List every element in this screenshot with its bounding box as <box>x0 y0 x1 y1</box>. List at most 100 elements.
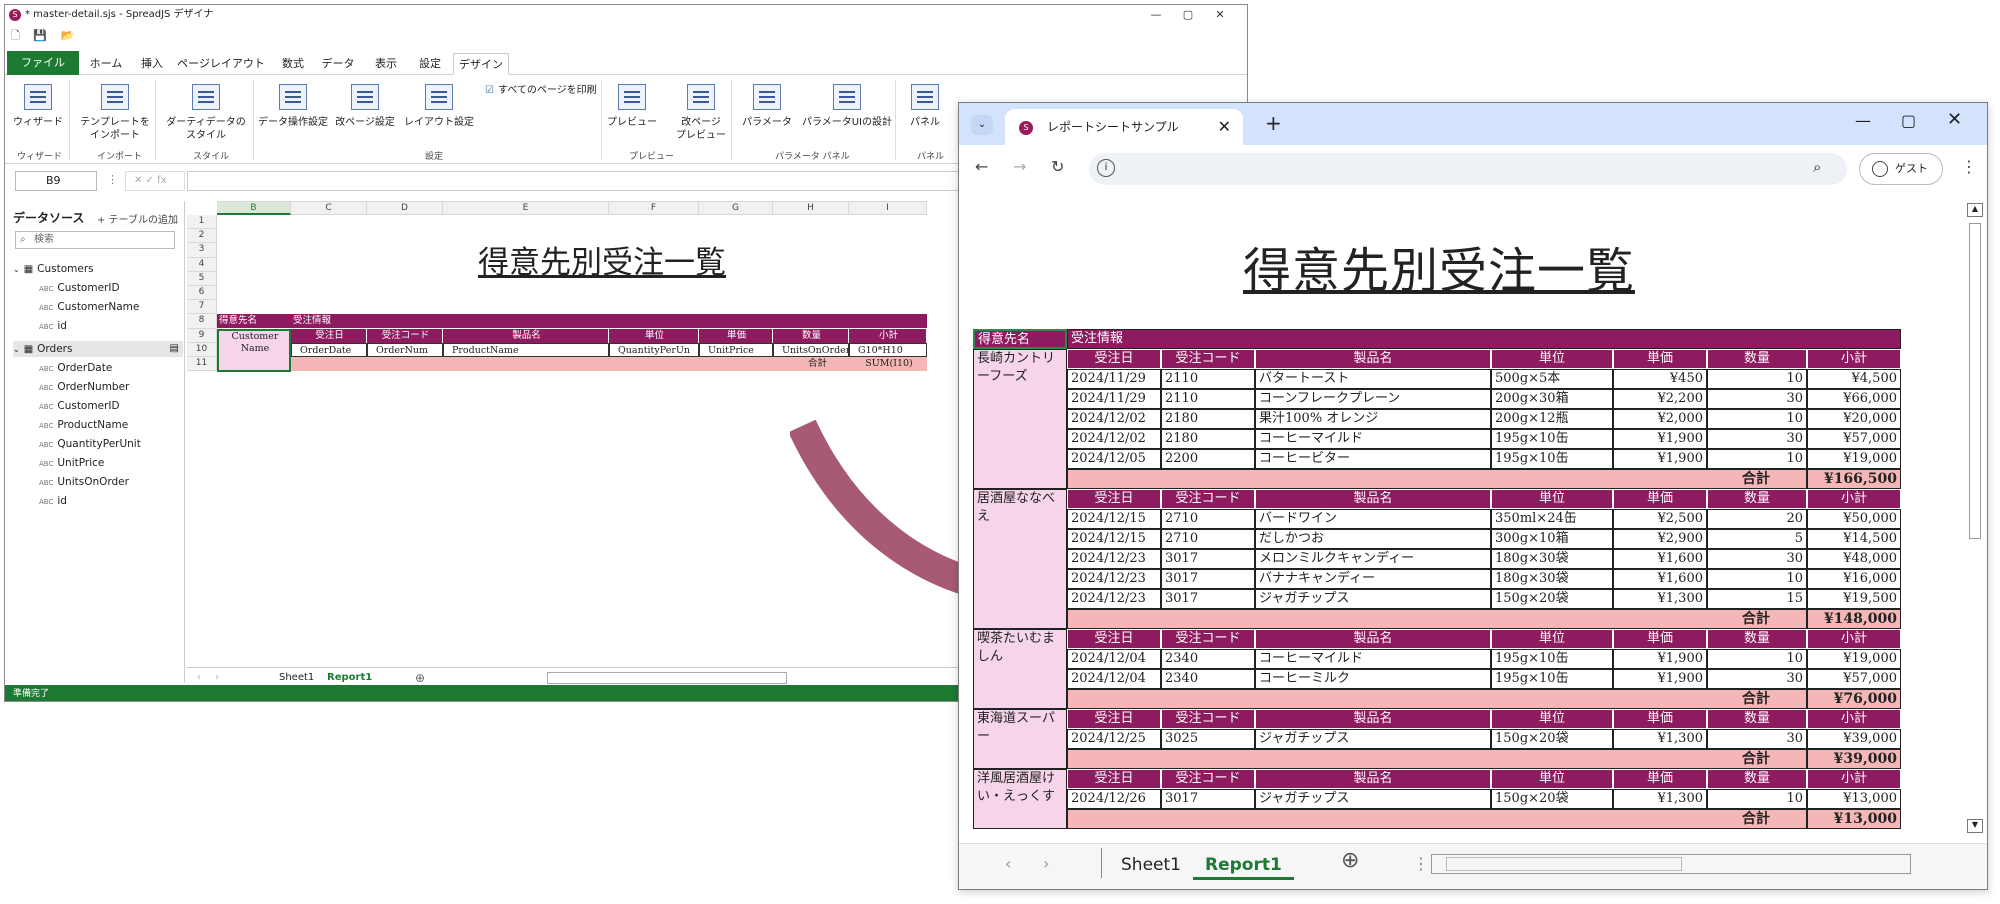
minimize-icon[interactable]: — <box>1141 5 1171 25</box>
close-icon[interactable]: ✕ <box>1947 109 1962 130</box>
row-header-7[interactable]: 7 <box>187 300 217 315</box>
zoom-icon[interactable]: ⌕ <box>1813 158 1821 176</box>
tab-report1[interactable]: Report1 <box>1193 850 1294 880</box>
chevron-down-icon[interactable]: ⌄ <box>13 265 20 274</box>
designer-binding-cell[interactable]: OrderDate <box>291 342 367 357</box>
maximize-icon[interactable]: ▢ <box>1901 111 1916 130</box>
ribbon-button-2[interactable]: ダーティデータの スタイル <box>163 84 249 142</box>
row-header-9[interactable]: 9 <box>187 328 217 343</box>
more-icon[interactable]: ⋮ <box>107 173 118 186</box>
tab-next-icon[interactable]: › <box>215 672 219 683</box>
row-header-6[interactable]: 6 <box>187 286 217 301</box>
maximize-icon[interactable]: ▢ <box>1173 5 1203 25</box>
row-header-2[interactable]: 2 <box>187 229 217 244</box>
column-header-H[interactable]: H <box>773 201 849 215</box>
open-folder-icon[interactable]: 📂 <box>61 29 75 42</box>
tree-field[interactable]: ABC OrderDate <box>39 360 112 376</box>
designer-binding-cell[interactable]: ProductName <box>443 342 609 357</box>
tab-search-icon[interactable]: ⌄ <box>971 115 993 135</box>
tree-field[interactable]: ABC OrderNumber <box>39 379 129 395</box>
ribbon-tab-0[interactable]: ファイル <box>7 51 79 75</box>
tab-prev-icon[interactable]: ‹ <box>197 672 201 683</box>
tree-table-customers[interactable]: ⌄ ▦ Customers <box>13 261 183 277</box>
tab-next-icon[interactable]: › <box>1043 854 1049 873</box>
row-header-1[interactable]: 1 <box>187 215 217 230</box>
more-icon[interactable]: ⋮ <box>1413 854 1429 873</box>
tree-field[interactable]: ABC id <box>39 318 67 334</box>
tree-field[interactable]: ABC CustomerName <box>39 299 139 315</box>
address-bar[interactable]: i ⌕ <box>1089 153 1847 185</box>
designer-binding-cell[interactable]: UnitPrice <box>699 342 773 357</box>
table-menu-icon[interactable]: ▤ <box>170 341 179 357</box>
tab-close-icon[interactable]: ✕ <box>1218 109 1231 145</box>
forward-icon[interactable]: → <box>1013 157 1026 176</box>
column-header-D[interactable]: D <box>367 201 443 215</box>
designer-binding-cell[interactable]: QuantityPerUn <box>609 342 699 357</box>
ribbon-button-0[interactable]: ウィザード <box>11 84 65 129</box>
ribbon-button-8[interactable]: 改ページ プレビュー <box>669 84 733 142</box>
ribbon-tab-7[interactable]: 設定 <box>413 53 447 75</box>
profile-button[interactable]: ゲスト <box>1859 153 1943 185</box>
tree-field[interactable]: ABC QuantityPerUnit <box>39 436 141 452</box>
name-box[interactable]: B9 <box>15 171 97 191</box>
designer-binding-cell[interactable]: OrderNum <box>367 342 443 357</box>
ribbon-button-11[interactable]: パネル <box>905 84 945 129</box>
designer-total-formula[interactable]: SUM(I10) <box>849 357 927 371</box>
ribbon-tab-6[interactable]: 表示 <box>367 53 405 75</box>
vertical-scrollbar[interactable]: ▲ ▼ <box>1965 199 1985 839</box>
ribbon-tab-1[interactable]: ホーム <box>85 53 127 75</box>
report-viewport[interactable]: 得意先別受注一覧 得意先名 受注情報 長崎カントリーフーズ 受注日 受注コード 製品名 単位… <box>959 193 1973 841</box>
column-header-C[interactable]: C <box>291 201 367 215</box>
ribbon-button-3[interactable]: データ操作設定 <box>257 84 329 129</box>
ribbon-tab-4[interactable]: 数式 <box>275 53 311 75</box>
ribbon-tab-2[interactable]: 挿入 <box>135 53 169 75</box>
horizontal-scrollbar[interactable] <box>547 672 787 684</box>
menu-icon[interactable]: ⋮ <box>1961 157 1977 176</box>
fx-button[interactable]: ✕ ✓ fx <box>125 171 185 191</box>
save-icon[interactable]: 💾 <box>33 29 47 42</box>
new-file-icon[interactable]: 🗋 <box>11 29 20 42</box>
chevron-down-icon[interactable]: ⌄ <box>13 345 20 354</box>
tree-field[interactable]: ABC ProductName <box>39 417 128 433</box>
ribbon-button-10[interactable]: パラメータUIの設計 <box>799 84 895 129</box>
ribbon-tab-5[interactable]: データ <box>317 53 359 75</box>
new-tab-icon[interactable]: + <box>1265 111 1282 135</box>
column-header-E[interactable]: E <box>443 201 609 215</box>
ribbon-tab-8[interactable]: デザイン <box>453 53 509 75</box>
tree-table-orders[interactable]: ⌄ ▦ Orders ▤ <box>13 341 183 357</box>
back-icon[interactable]: ← <box>975 157 988 176</box>
checkbox-icon[interactable]: ☑ <box>485 85 494 96</box>
ribbon-button-6[interactable]: ☑ すべてのページを印刷 <box>485 84 605 97</box>
tree-field[interactable]: ABC CustomerID <box>39 280 120 296</box>
designer-binding-cell[interactable]: G10*H10 <box>849 342 927 357</box>
tab-sheet1[interactable]: Sheet1 <box>1121 850 1181 880</box>
reload-icon[interactable]: ↻ <box>1051 157 1064 176</box>
row-header-5[interactable]: 5 <box>187 271 217 286</box>
scroll-thumb[interactable] <box>1446 857 1682 871</box>
designer-customer-cell[interactable]: Customer Name <box>217 328 291 372</box>
tree-field[interactable]: ABC id <box>39 493 67 509</box>
add-table-button[interactable]: + テーブルの追加 <box>97 211 178 226</box>
scroll-thumb[interactable] <box>1969 223 1981 539</box>
designer-binding-cell[interactable]: UnitsOnOrder <box>773 342 849 357</box>
ribbon-button-5[interactable]: レイアウト設定 <box>401 84 477 129</box>
add-sheet-icon[interactable]: ⊕ <box>1341 848 1359 873</box>
ribbon-button-4[interactable]: 改ページ設定 <box>333 84 397 129</box>
tree-field[interactable]: ABC UnitsOnOrder <box>39 474 129 490</box>
tree-field[interactable]: ABC UnitPrice <box>39 455 104 471</box>
row-header-10[interactable]: 10 <box>187 342 217 357</box>
scroll-down-icon[interactable]: ▼ <box>1967 819 1983 833</box>
tree-field[interactable]: ABC CustomerID <box>39 398 120 414</box>
column-header-G[interactable]: G <box>699 201 773 215</box>
ribbon-button-1[interactable]: テンプレートを インポート <box>75 84 155 142</box>
add-sheet-icon[interactable]: ⊕ <box>415 671 425 685</box>
ribbon-button-9[interactable]: パラメータ <box>741 84 793 129</box>
column-header-B[interactable]: B <box>217 201 291 215</box>
browser-tab[interactable]: S レポートシートサンプル ✕ <box>1005 109 1243 145</box>
row-header-4[interactable]: 4 <box>187 257 217 272</box>
site-info-icon[interactable]: i <box>1097 159 1115 177</box>
scroll-up-icon[interactable]: ▲ <box>1967 203 1983 217</box>
horizontal-scrollbar[interactable] <box>1431 854 1911 874</box>
datasource-search-input[interactable]: ⌕ 検索 <box>15 231 175 249</box>
close-icon[interactable]: ✕ <box>1205 5 1235 25</box>
